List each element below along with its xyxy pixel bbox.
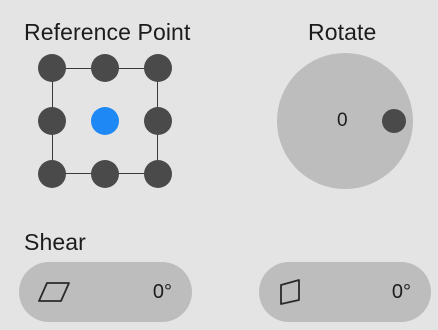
reference-point-bottom-right[interactable] [144,160,172,188]
shear-vertical-value: 0° [391,281,411,303]
reference-point-middle-right[interactable] [144,107,172,135]
rotate-title: Rotate [308,19,377,45]
rotate-knob[interactable] [382,109,406,133]
reference-point-bottom-center[interactable] [91,160,119,188]
shear-horizontal-value: 0° [152,281,172,303]
reference-point-title: Reference Point [24,19,191,45]
reference-point-top-center[interactable] [91,54,119,82]
shear-title: Shear [24,229,86,255]
shear-vertical-control[interactable]: 0° [259,262,431,322]
parallelogram-vertical-icon [277,279,311,305]
reference-point-bottom-left[interactable] [38,160,66,188]
reference-point-middle-left[interactable] [38,107,66,135]
rotate-value: 0 [337,110,348,131]
reference-point-top-right[interactable] [144,54,172,82]
shear-horizontal-control[interactable]: 0° [19,262,192,322]
parallelogram-horizontal-icon [37,279,71,305]
reference-point-center[interactable] [91,107,119,135]
reference-point-top-left[interactable] [38,54,66,82]
